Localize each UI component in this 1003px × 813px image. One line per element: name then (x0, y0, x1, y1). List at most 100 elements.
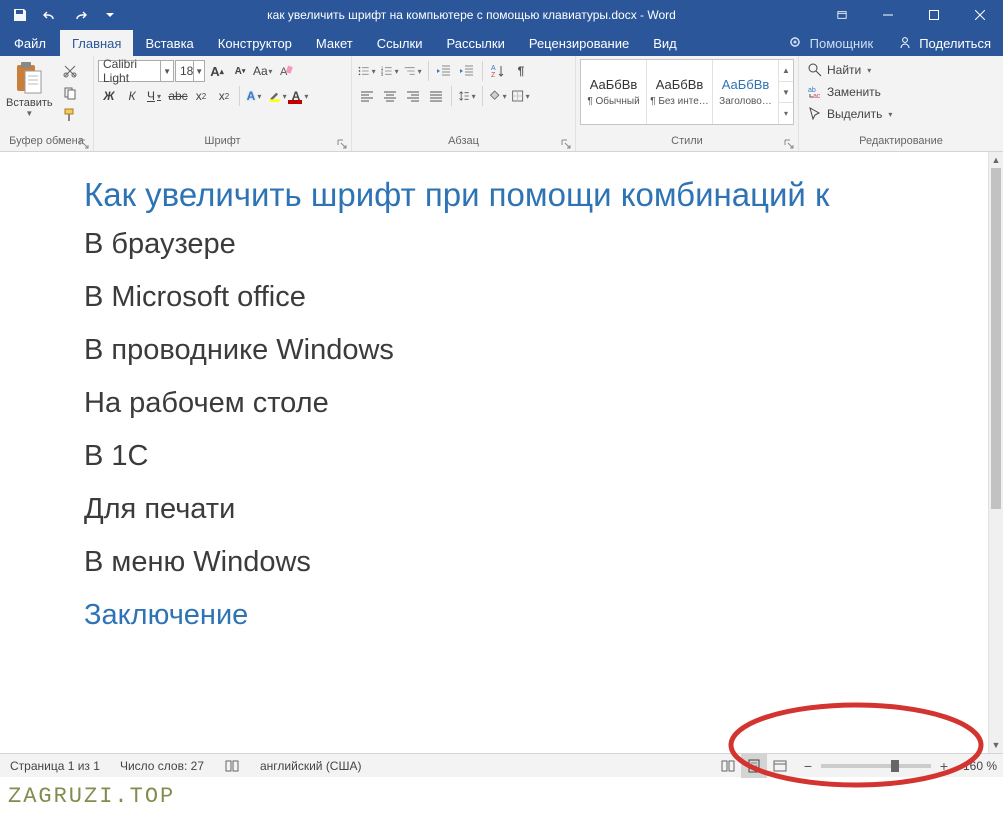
font-size-select[interactable]: 18▼ (175, 60, 205, 82)
tab-layout[interactable]: Макет (304, 30, 365, 56)
find-button[interactable]: Найти▾ (803, 59, 877, 81)
line-spacing-button[interactable]: ▾ (456, 85, 478, 107)
qat-customize-button[interactable] (96, 2, 124, 28)
page-count[interactable]: Страница 1 из 1 (0, 759, 110, 773)
font-color-button[interactable]: A▾ (290, 85, 312, 107)
word-count[interactable]: Число слов: 27 (110, 759, 214, 773)
zoom-thumb[interactable] (891, 760, 899, 772)
vertical-scrollbar[interactable]: ▲ ▼ (988, 152, 1003, 753)
doc-line: В браузере (84, 228, 988, 261)
tab-mailings[interactable]: Рассылки (434, 30, 516, 56)
share-label: Поделиться (919, 36, 991, 51)
web-layout-button[interactable] (767, 754, 793, 778)
spellcheck-button[interactable] (214, 758, 250, 774)
paste-button[interactable]: Вставить ▼ (4, 59, 55, 118)
paste-label: Вставить (6, 97, 53, 109)
numbering-button[interactable]: 123▾ (379, 60, 401, 82)
zoom-track[interactable] (821, 764, 931, 768)
close-button[interactable] (957, 0, 1003, 30)
share-button[interactable]: Поделиться (885, 35, 1003, 51)
zoom-in-button[interactable]: + (935, 758, 953, 774)
tab-view[interactable]: Вид (641, 30, 689, 56)
undo-button[interactable] (36, 2, 64, 28)
scroll-thumb[interactable] (991, 168, 1001, 509)
replace-button[interactable]: abac Заменить (803, 81, 885, 103)
tab-review[interactable]: Рецензирование (517, 30, 641, 56)
multilevel-list-button[interactable]: ▾ (402, 60, 424, 82)
save-button[interactable] (6, 2, 34, 28)
bullets-button[interactable]: ▾ (356, 60, 378, 82)
superscript-button[interactable]: x2 (213, 85, 235, 107)
maximize-button[interactable] (911, 0, 957, 30)
font-dialog-launcher[interactable] (337, 138, 349, 150)
zoom-value[interactable]: 160 % (959, 759, 1003, 773)
select-button[interactable]: Выделить▾ (803, 103, 898, 125)
style-expand[interactable]: ▾ (779, 103, 793, 124)
align-center-button[interactable] (379, 85, 401, 107)
sort-button[interactable]: AZ (487, 60, 509, 82)
scroll-up-button[interactable]: ▲ (989, 152, 1003, 168)
decrease-indent-button[interactable] (433, 60, 455, 82)
text-effects-button[interactable]: A▾ (244, 85, 266, 107)
group-paragraph-label: Абзац (356, 135, 571, 151)
scroll-track[interactable] (989, 168, 1003, 737)
style-scroll-down[interactable]: ▼ (779, 82, 793, 104)
styles-dialog-launcher[interactable] (784, 138, 796, 150)
tell-me-search[interactable]: Помощник (776, 35, 886, 51)
read-mode-button[interactable] (715, 754, 741, 778)
italic-button[interactable]: К (121, 85, 143, 107)
tab-insert[interactable]: Вставка (133, 30, 205, 56)
app-name: Word (647, 8, 675, 22)
subscript-button[interactable]: x2 (190, 85, 212, 107)
cut-button[interactable] (59, 61, 81, 81)
style-scroll-up[interactable]: ▲ (779, 60, 793, 82)
group-styles: АаБбВв ¶ Обычный АаБбВв ¶ Без инте… АаБб… (576, 56, 799, 151)
style-normal[interactable]: АаБбВв ¶ Обычный (581, 60, 647, 124)
tab-references[interactable]: Ссылки (365, 30, 435, 56)
shading-button[interactable]: ▾ (487, 85, 509, 107)
language-button[interactable]: английский (США) (250, 759, 371, 773)
change-case-button[interactable]: Aa▾ (252, 60, 274, 82)
highlight-button[interactable]: ▾ (267, 85, 289, 107)
grow-font-button[interactable]: A▴ (206, 60, 228, 82)
chevron-down-icon: ▾ (865, 66, 873, 75)
separator (451, 86, 452, 106)
chevron-down-icon[interactable]: ▼ (193, 61, 204, 81)
ribbon-display-options-button[interactable] (819, 0, 865, 30)
align-right-button[interactable] (402, 85, 424, 107)
show-hide-button[interactable]: ¶ (510, 60, 532, 82)
style-no-spacing[interactable]: АаБбВв ¶ Без инте… (647, 60, 713, 124)
align-left-button[interactable] (356, 85, 378, 107)
tab-home[interactable]: Главная (60, 30, 133, 56)
clear-formatting-button[interactable]: A (275, 60, 297, 82)
cursor-icon (807, 106, 823, 122)
svg-text:Z: Z (491, 72, 496, 79)
separator (482, 61, 483, 81)
scroll-down-button[interactable]: ▼ (989, 737, 1003, 753)
separator (428, 61, 429, 81)
svg-text:3: 3 (381, 72, 384, 77)
clipboard-dialog-launcher[interactable] (79, 138, 91, 150)
style-heading1[interactable]: АаБбВв Заголово… (713, 60, 779, 124)
format-painter-button[interactable] (59, 105, 81, 125)
tab-design[interactable]: Конструктор (206, 30, 304, 56)
font-name-select[interactable]: Calibri Light▼ (98, 60, 174, 82)
chevron-down-icon[interactable]: ▼ (160, 61, 173, 81)
shrink-font-button[interactable]: A▾ (229, 60, 251, 82)
copy-button[interactable] (59, 83, 81, 103)
increase-indent-button[interactable] (456, 60, 478, 82)
strikethrough-button[interactable]: abc (167, 85, 189, 107)
redo-button[interactable] (66, 2, 94, 28)
borders-button[interactable]: ▾ (510, 85, 532, 107)
doc-line: На рабочем столе (84, 387, 988, 420)
tab-file[interactable]: Файл (0, 30, 60, 56)
doc-line: В меню Windows (84, 546, 988, 579)
bold-button[interactable]: Ж (98, 85, 120, 107)
print-layout-button[interactable] (741, 754, 767, 778)
justify-button[interactable] (425, 85, 447, 107)
paragraph-dialog-launcher[interactable] (561, 138, 573, 150)
document-area[interactable]: Как увеличить шрифт при помощи комбинаци… (0, 152, 988, 753)
underline-button[interactable]: Ч▾ (144, 85, 166, 107)
zoom-out-button[interactable]: − (799, 758, 817, 774)
minimize-button[interactable] (865, 0, 911, 30)
